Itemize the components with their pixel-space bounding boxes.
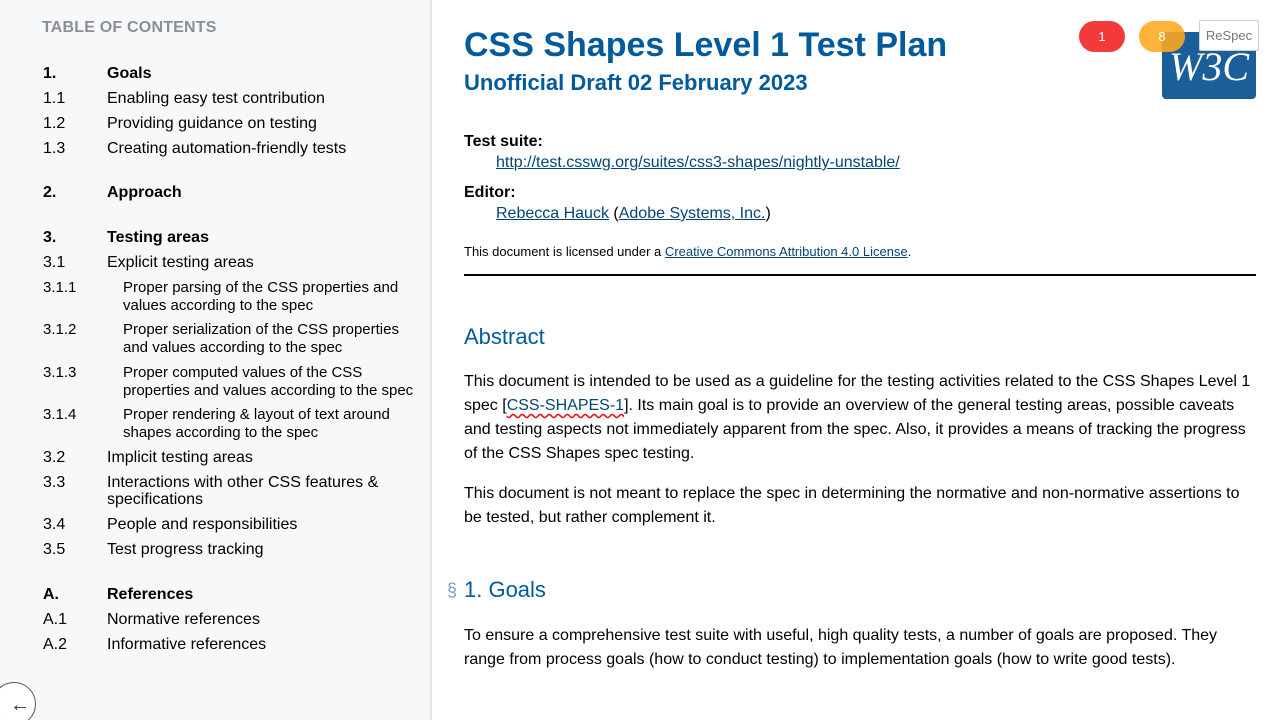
toc-label: Testing areas: [107, 229, 209, 246]
toc-heading: TABLE OF CONTENTS: [42, 19, 217, 36]
toc-number: 3.: [43, 229, 57, 246]
abstract-paragraph-2: This document is not meant to replace th…: [464, 485, 1240, 526]
goals-heading: 1. Goals: [464, 577, 546, 602]
toc-number: A.: [43, 586, 59, 603]
editor-paren-close: ): [765, 205, 771, 222]
toc-label: References: [107, 586, 194, 603]
editor-value: Rebecca Hauck (Adobe Systems, Inc.): [496, 205, 771, 223]
abstract-heading: Abstract: [464, 324, 545, 349]
editor-paren-open: (: [608, 205, 619, 222]
toc-label: Implicit testing areas: [107, 449, 253, 466]
toc-number: 3.1.3: [43, 364, 77, 381]
test-suite-label: Test suite:: [464, 133, 543, 150]
toc-label: Goals: [107, 65, 152, 82]
license-suffix: .: [907, 244, 912, 259]
editor-name-link[interactable]: Rebecca Hauck: [496, 205, 609, 222]
table-of-contents: TABLE OF CONTENTS 1. Goals 1.1 Enabling …: [0, 0, 432, 720]
respec-errors-badge[interactable]: 1: [1079, 21, 1125, 52]
toc-label: Proper parsing of the CSS properties and…: [123, 279, 399, 314]
respec-warnings-badge[interactable]: 8: [1139, 21, 1185, 52]
toc-number: 3.1.1: [43, 279, 77, 296]
abstract-paragraph-1: This document is intended to be used as …: [464, 373, 1251, 462]
page-title: CSS Shapes Level 1 Test Plan: [464, 26, 948, 64]
toc-number: 1.3: [43, 140, 66, 157]
css-shapes-1-reference-link[interactable]: CSS-SHAPES-1: [507, 397, 624, 414]
toc-number: 2.: [43, 184, 57, 201]
license-notice: This document is licensed under a Creati…: [464, 244, 911, 259]
toc-number: 1.1: [43, 90, 66, 107]
arrow-left-icon: ←: [10, 694, 30, 716]
test-suite-value: http://test.csswg.org/suites/css3-shapes…: [496, 154, 900, 172]
toc-label: Explicit testing areas: [107, 254, 254, 271]
toc-label: Interactions with other CSS features & sp…: [107, 474, 379, 508]
toc-label: Enabling easy test contribution: [107, 90, 325, 107]
license-link[interactable]: Creative Commons Attribution 4.0 License: [665, 244, 908, 259]
toc-number: 3.4: [43, 516, 66, 533]
section-anchor-icon[interactable]: §: [447, 580, 457, 601]
toc-number: A.1: [43, 611, 68, 628]
toc-label: Proper rendering & layout of text around…: [123, 406, 390, 441]
toc-label: Informative references: [107, 636, 267, 653]
toc-label: Approach: [107, 184, 182, 201]
toc-collapse-button[interactable]: ←: [0, 682, 36, 720]
goals-paragraph-1: To ensure a comprehensive test suite wit…: [464, 627, 1218, 668]
respec-menu-button[interactable]: ReSpec: [1199, 20, 1259, 51]
toc-number: 3.5: [43, 541, 66, 558]
toc-number: 3.1.4: [43, 406, 77, 423]
toc-number: A.2: [43, 636, 68, 653]
toc-label: Proper computed values of the CSS propert…: [123, 364, 414, 399]
header-divider: [464, 274, 1256, 276]
document-body: CSS Shapes Level 1 Test Plan Unofficial …: [434, 0, 1280, 720]
toc-label: Proper serialization of the CSS properti…: [123, 321, 399, 356]
test-suite-link[interactable]: http://test.csswg.org/suites/css3-shapes…: [496, 154, 900, 171]
toc-number: 1.: [43, 65, 57, 82]
toc-number: 3.2: [43, 449, 66, 466]
license-prefix: This document is licensed under a: [464, 244, 665, 259]
page-subtitle: Unofficial Draft 02 February 2023: [464, 70, 808, 95]
toc-label: Providing guidance on testing: [107, 115, 317, 132]
toc-number: 3.3: [43, 474, 66, 491]
editor-label: Editor:: [464, 184, 516, 201]
toc-label: Test progress tracking: [107, 541, 264, 558]
editor-org-link[interactable]: Adobe Systems, Inc.: [619, 205, 766, 222]
toc-number: 3.1.2: [43, 321, 77, 338]
toc-label: Normative references: [107, 611, 260, 628]
toc-label: Creating automation-friendly tests: [107, 140, 347, 157]
toc-number: 1.2: [43, 115, 66, 132]
toc-label: People and responsibilities: [107, 516, 298, 533]
toc-number: 3.1: [43, 254, 66, 271]
